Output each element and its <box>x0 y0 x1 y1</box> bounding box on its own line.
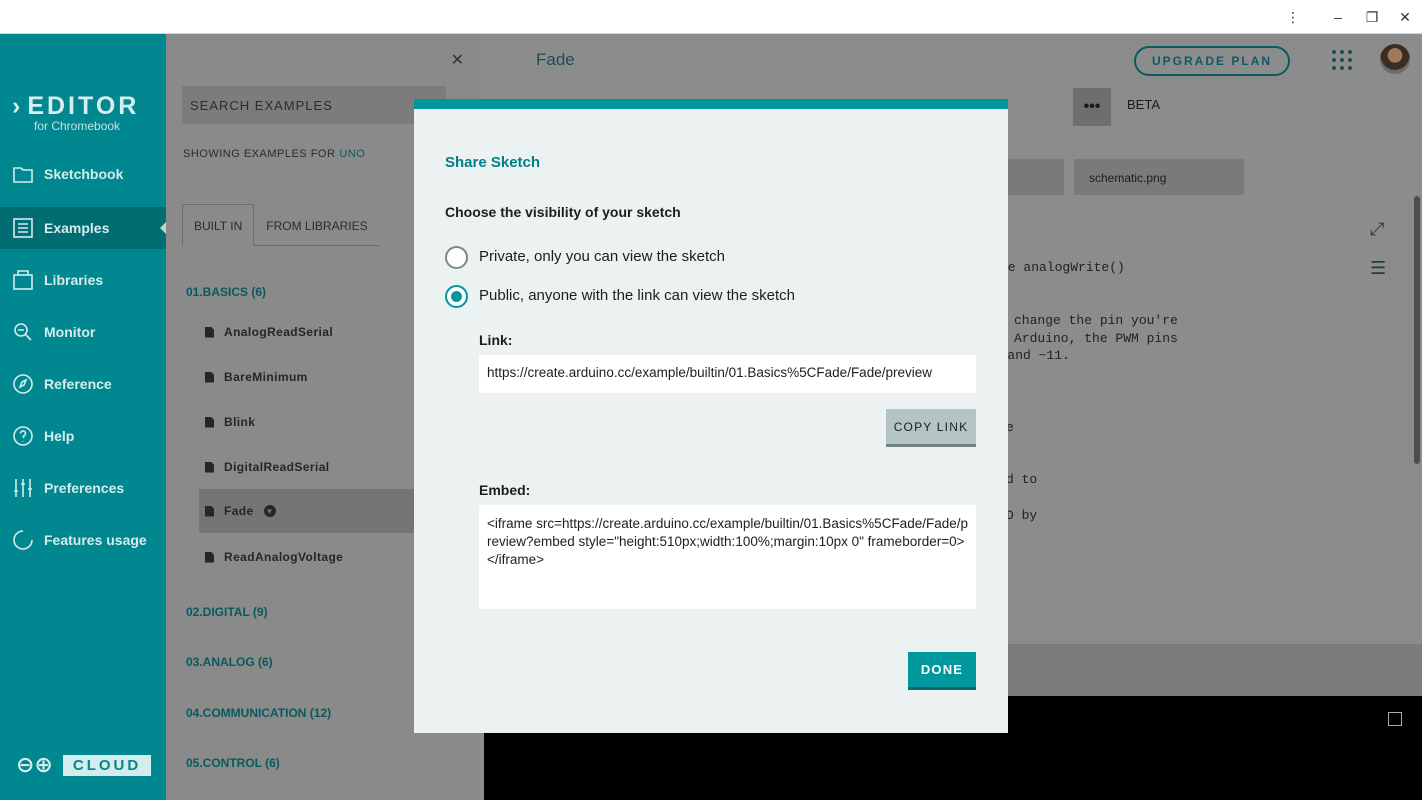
upgrade-plan-button[interactable]: UPGRADE PLAN <box>1134 46 1290 76</box>
close-icon[interactable]: ✕ <box>1393 6 1417 28</box>
sidebar: › EDITOR for Chromebook Sketchbook Exampl… <box>0 34 167 800</box>
avatar[interactable] <box>1380 44 1410 74</box>
sliders-icon <box>14 479 32 497</box>
visibility-heading: Choose the visibility of your sketch <box>445 204 681 220</box>
category-communication[interactable]: 04.COMMUNICATION (12) <box>186 706 331 720</box>
indent-icon[interactable]: ☰ <box>1370 258 1386 279</box>
file-icon <box>205 461 214 473</box>
embed-label: Embed: <box>479 482 531 498</box>
search-examples-input[interactable]: SEARCH EXAMPLES <box>182 86 446 124</box>
sketch-title: Fade <box>536 50 575 69</box>
code-line: he analogWrite() <box>1000 260 1125 275</box>
dialog-title: Share Sketch <box>445 154 541 171</box>
copy-icon[interactable] <box>1388 712 1402 726</box>
window-titlebar: ⋮ – ❐ ✕ <box>0 0 1422 34</box>
file-icon <box>205 551 214 563</box>
list-item[interactable]: ReadAnalogVoltage <box>199 535 413 579</box>
sidebar-item-monitor[interactable]: Monitor <box>0 311 166 353</box>
code-line: D by <box>1006 508 1038 523</box>
list-item[interactable]: Blink <box>199 400 413 444</box>
link-label: Link: <box>479 332 513 348</box>
tab-from-libraries[interactable]: FROM LIBRARIES <box>254 204 380 246</box>
board-name[interactable]: UNO <box>339 148 365 160</box>
arduino-infinity-icon: ⊖⊕ <box>16 752 53 777</box>
fullscreen-icon[interactable]: ⤢ <box>1370 219 1384 240</box>
list-item[interactable]: DigitalReadSerial <box>199 445 413 489</box>
list-item[interactable]: BareMinimum <box>199 355 413 399</box>
file-tab[interactable] <box>1008 159 1064 195</box>
share-link-field[interactable]: https://create.arduino.cc/example/builti… <box>479 355 976 393</box>
copy-link-button[interactable]: COPY LINK <box>886 409 976 447</box>
close-icon[interactable]: ✕ <box>451 50 464 70</box>
category-analog[interactable]: 03.ANALOG (6) <box>186 655 273 669</box>
file-icon <box>205 326 214 338</box>
code-line: Arduino, the PWM pins <box>1014 331 1178 346</box>
file-icon <box>205 371 214 383</box>
compass-icon <box>13 374 33 394</box>
list-item-selected[interactable]: Fade ▼ <box>199 489 446 533</box>
file-icon <box>205 416 214 428</box>
sidebar-item-reference[interactable]: Reference <box>0 363 166 405</box>
chevron-right-icon: › <box>12 92 24 120</box>
folder-icon <box>13 167 33 183</box>
list-item[interactable]: AnalogReadSerial <box>199 310 413 354</box>
restore-icon[interactable]: ❐ <box>1360 6 1384 28</box>
public-option-label[interactable]: Public, anyone with the link can view th… <box>479 287 795 304</box>
private-option-label[interactable]: Private, only you can view the sketch <box>479 248 725 265</box>
chevron-down-icon[interactable]: ▼ <box>263 505 276 517</box>
list-icon <box>13 218 33 238</box>
minimize-icon[interactable]: – <box>1326 6 1350 28</box>
code-line: change the pin you're <box>1014 313 1178 328</box>
done-button[interactable]: DONE <box>908 652 976 690</box>
showing-examples-for: SHOWING EXAMPLES FOR UNO <box>183 148 366 160</box>
tab-built-in[interactable]: BUILT IN <box>182 204 255 246</box>
more-options-button[interactable]: ••• <box>1073 88 1111 126</box>
code-line: d to <box>1006 472 1038 487</box>
apps-grid-icon[interactable] <box>1332 50 1352 70</box>
public-radio[interactable] <box>445 285 468 308</box>
sidebar-item-examples[interactable]: Examples <box>0 207 167 249</box>
category-control[interactable]: 05.CONTROL (6) <box>186 756 280 770</box>
code-scrollbar[interactable] <box>1414 196 1420 464</box>
sidebar-item-help[interactable]: Help <box>0 415 166 457</box>
category-basics[interactable]: 01.BASICS (6) <box>186 285 266 299</box>
sidebar-item-libraries[interactable]: Libraries <box>0 259 166 301</box>
sidebar-item-preferences[interactable]: Preferences <box>0 467 166 509</box>
embed-code-field[interactable]: <iframe src=https://create.arduino.cc/ex… <box>479 505 976 609</box>
help-icon <box>13 426 33 446</box>
usage-icon <box>13 530 33 550</box>
file-tab-schematic[interactable]: schematic.png <box>1074 159 1244 195</box>
library-icon <box>13 270 33 290</box>
vertical-dots-icon[interactable]: ⋮ <box>1281 6 1305 28</box>
file-icon <box>205 505 214 517</box>
editor-logo: › EDITOR for Chromebook <box>12 92 140 133</box>
share-sketch-dialog: Share Sketch Choose the visibility of yo… <box>414 99 1008 733</box>
cloud-logo: ⊖⊕ CLOUD <box>16 752 152 778</box>
private-radio[interactable] <box>445 246 468 269</box>
category-digital[interactable]: 02.DIGITAL (9) <box>186 605 268 619</box>
examples-tabs: BUILT IN FROM LIBRARIES <box>182 204 380 246</box>
sidebar-item-sketchbook[interactable]: Sketchbook <box>0 153 166 195</box>
monitor-icon <box>14 323 32 341</box>
beta-label: BETA <box>1127 97 1160 112</box>
sidebar-item-features-usage[interactable]: Features usage <box>0 519 166 561</box>
